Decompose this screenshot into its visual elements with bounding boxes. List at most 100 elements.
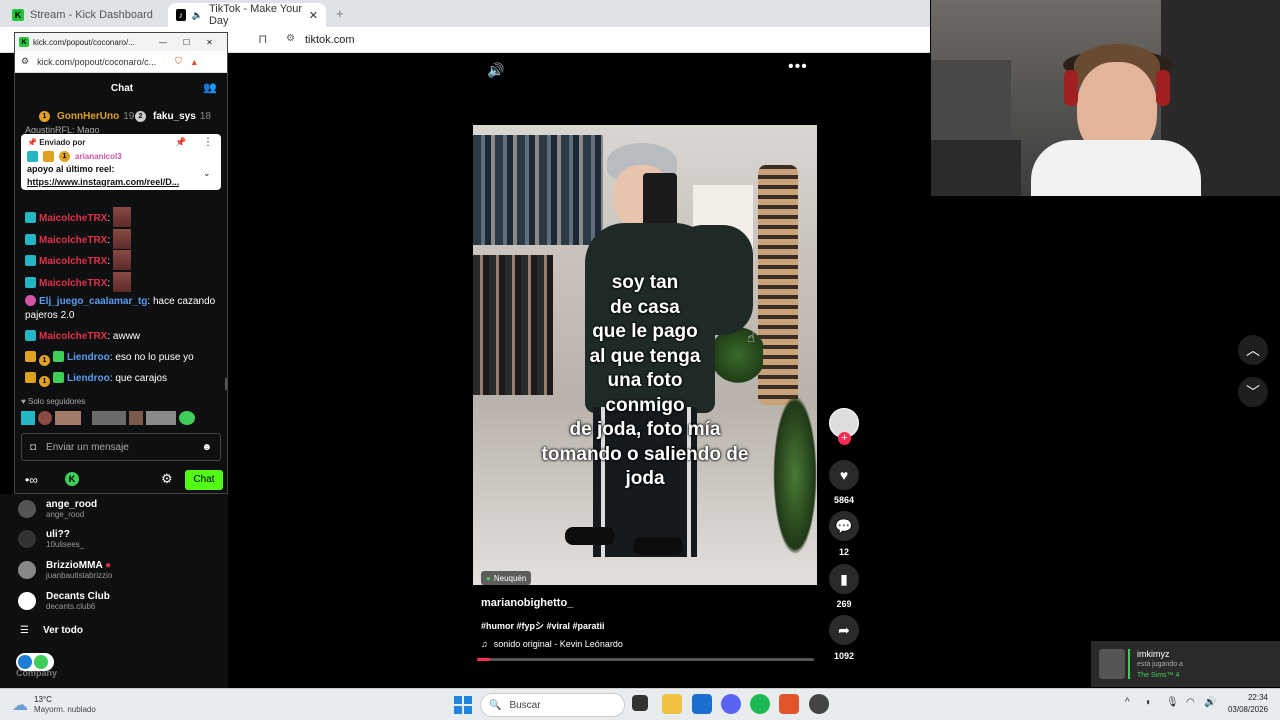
tab-tiktok[interactable]: ♪ 🔈 TikTok - Make Your Day ✕ [168, 3, 326, 27]
tab-kick-dashboard[interactable]: K Stream - Kick Dashboard [4, 3, 164, 27]
chat-username[interactable]: Liendroo [67, 352, 110, 363]
sidebar-channel[interactable]: ange_rood ange_rood [18, 494, 97, 524]
chat-username[interactable]: MaicolcheTRX [39, 331, 107, 342]
moderator-badge-icon [53, 351, 64, 362]
emote-icon[interactable] [21, 411, 35, 425]
comment-button[interactable]: 💬 [829, 511, 859, 541]
task-view-icon[interactable] [632, 695, 648, 711]
like-button[interactable]: ♥ [829, 460, 859, 490]
clock[interactable]: 22:34 03/08/2026 [1224, 693, 1268, 714]
pinned-menu-icon[interactable]: ⋮ [203, 137, 213, 148]
expand-chevron-icon[interactable]: ⌄ [203, 168, 211, 179]
emote-icon[interactable] [129, 411, 143, 425]
chat-message-input[interactable]: ◘ Enviar un mensaje ☻ [21, 433, 221, 461]
previous-video-button[interactable]: ︿ [1238, 335, 1268, 365]
discord-icon[interactable] [721, 694, 741, 714]
pinned-message[interactable]: 📌 Enviado por 📌 ⋮ 1 ariananicol3 apoyo a… [21, 134, 221, 190]
network-icon[interactable]: ◐ [1146, 697, 1152, 708]
next-video-button[interactable]: ﹀ [1238, 377, 1268, 407]
location-tag[interactable]: ● Neuquén [481, 571, 532, 585]
chat-username[interactable]: MaicolcheTRX [39, 278, 107, 289]
start-button[interactable] [454, 696, 472, 714]
spotify-icon[interactable] [750, 694, 770, 714]
volume-icon[interactable]: 🔊 [487, 62, 504, 79]
sidebar-channel[interactable]: BrizzioMMA ● juanbautistabrizzio [18, 555, 112, 585]
chat-username[interactable]: Liendroo [67, 373, 110, 384]
user-settings-icon[interactable]: 👥 [203, 81, 217, 94]
video-sound[interactable]: ♫ sonido original - Kevin Leónardo [481, 639, 623, 649]
chat-message[interactable]: Elj_juego_caalamar_tg: hace cazando paje… [25, 295, 225, 323]
site-info-icon[interactable]: ⚙ [21, 56, 29, 67]
emote-icon[interactable] [55, 411, 81, 425]
taskbar-search[interactable]: 🔍 Buscar [480, 693, 625, 717]
volume-tray-icon[interactable]: 🔊 [1204, 697, 1216, 708]
obs-icon[interactable] [809, 694, 829, 714]
video-author[interactable]: marianobighetto_ [481, 597, 573, 609]
weather-icon[interactable]: ☁ [12, 695, 28, 715]
chat-scrollbar[interactable] [225, 378, 227, 390]
follow-plus-icon[interactable]: + [838, 432, 851, 445]
address-bar[interactable]: tiktok.com [305, 34, 355, 46]
more-options-icon[interactable]: ••• [788, 58, 808, 76]
location-label: Neuquén [493, 573, 527, 583]
see-all-link[interactable]: ☰ Ver todo [20, 625, 83, 636]
chat-message[interactable]: MaicolcheTRX: [25, 250, 225, 270]
close-icon[interactable]: ✕ [206, 38, 213, 47]
brave-browser-icon[interactable] [779, 694, 799, 714]
sidebar-channel[interactable]: uli?? 10ulisees_ [18, 524, 84, 554]
emote-icon[interactable] [92, 411, 126, 425]
save-button[interactable]: ▮ [829, 564, 859, 594]
chat-username[interactable]: Elj_juego_caalamar_tg [39, 296, 147, 307]
microphone-icon[interactable]: 🎙 [1166, 697, 1179, 708]
gear-icon[interactable]: ⚙ [161, 471, 173, 487]
save-count: 269 [836, 599, 852, 609]
popout-url[interactable]: kick.com/popout/coconaro/c... [37, 57, 167, 67]
store-icon[interactable] [692, 694, 712, 714]
chat-username[interactable]: MaicolcheTRX [39, 256, 107, 267]
warning-icon[interactable]: ▲ [190, 57, 199, 67]
chevron-down-icon: ﹀ [1246, 384, 1260, 400]
avatar [18, 561, 36, 579]
tray-chevron-up-icon[interactable]: ^ [1125, 697, 1130, 708]
video-progress-fill [477, 658, 491, 661]
emote-icon[interactable] [38, 411, 52, 425]
site-info-icon[interactable]: ⚙ [286, 33, 295, 44]
wifi-icon[interactable]: ◠ [1186, 697, 1195, 708]
chat-message[interactable]: MaicolcheTRX: [25, 272, 225, 292]
chat-message[interactable]: 1 Liendroo: eso no lo puse yo [25, 351, 225, 366]
bookmark-icon[interactable]: ⊓ [258, 32, 267, 46]
emote-icon[interactable] [179, 411, 195, 425]
infinity-points-icon[interactable]: •∞ [25, 473, 38, 487]
brave-shield-icon[interactable]: ⛉ [175, 56, 182, 67]
comment-count: 12 [838, 547, 849, 557]
top-supporter-1[interactable]: 1 GonnHerUno 19 [39, 111, 134, 122]
top-supporter-2[interactable]: 2 faku_sys 18 [135, 111, 211, 122]
kick-logo-icon[interactable]: K [65, 472, 79, 486]
maximize-icon[interactable]: ☐ [183, 38, 190, 47]
chat-message[interactable]: MaicolcheTRX: [25, 229, 225, 249]
chat-username[interactable]: MaicolcheTRX [39, 235, 107, 246]
minimize-icon[interactable]: — [159, 38, 167, 47]
video-progress-bar[interactable] [477, 658, 814, 661]
emote-icon[interactable] [146, 411, 176, 425]
new-tab-icon[interactable]: + [336, 6, 344, 21]
caption-line: soy tan [611, 272, 679, 293]
pinned-link[interactable]: https://www.instagram.com/reel/D... [27, 177, 197, 187]
video-frame[interactable]: soy tan de casa que le pago al que tenga… [473, 125, 817, 585]
sidebar-channel[interactable]: Decants Club decants.club6 [18, 586, 110, 616]
subscriber-badge-icon [25, 330, 36, 341]
send-chat-button[interactable]: Chat [185, 470, 223, 490]
close-tab-icon[interactable]: ✕ [309, 9, 318, 22]
chat-username[interactable]: MaicolcheTRX [39, 213, 107, 224]
share-button[interactable]: ➦ [829, 615, 859, 645]
emoji-icon[interactable]: ☻ [201, 442, 212, 453]
chat-message[interactable]: MaicolcheTRX: [25, 207, 225, 227]
music-note-icon: ♫ [481, 639, 488, 649]
file-explorer-icon[interactable] [662, 694, 682, 714]
top-user-name: faku_sys [153, 111, 196, 122]
chat-message[interactable]: MaicolcheTRX: awww [25, 330, 225, 344]
video-hashtags[interactable]: #humor #fypシ #viral #paratii [481, 619, 605, 632]
game-activity-notification[interactable]: imkimyz está jugando a The Sims™ 4 [1091, 641, 1280, 687]
pin-icon[interactable]: 📌 [175, 137, 186, 148]
chat-message[interactable]: 1 Liendroo: que carajos [25, 372, 225, 387]
